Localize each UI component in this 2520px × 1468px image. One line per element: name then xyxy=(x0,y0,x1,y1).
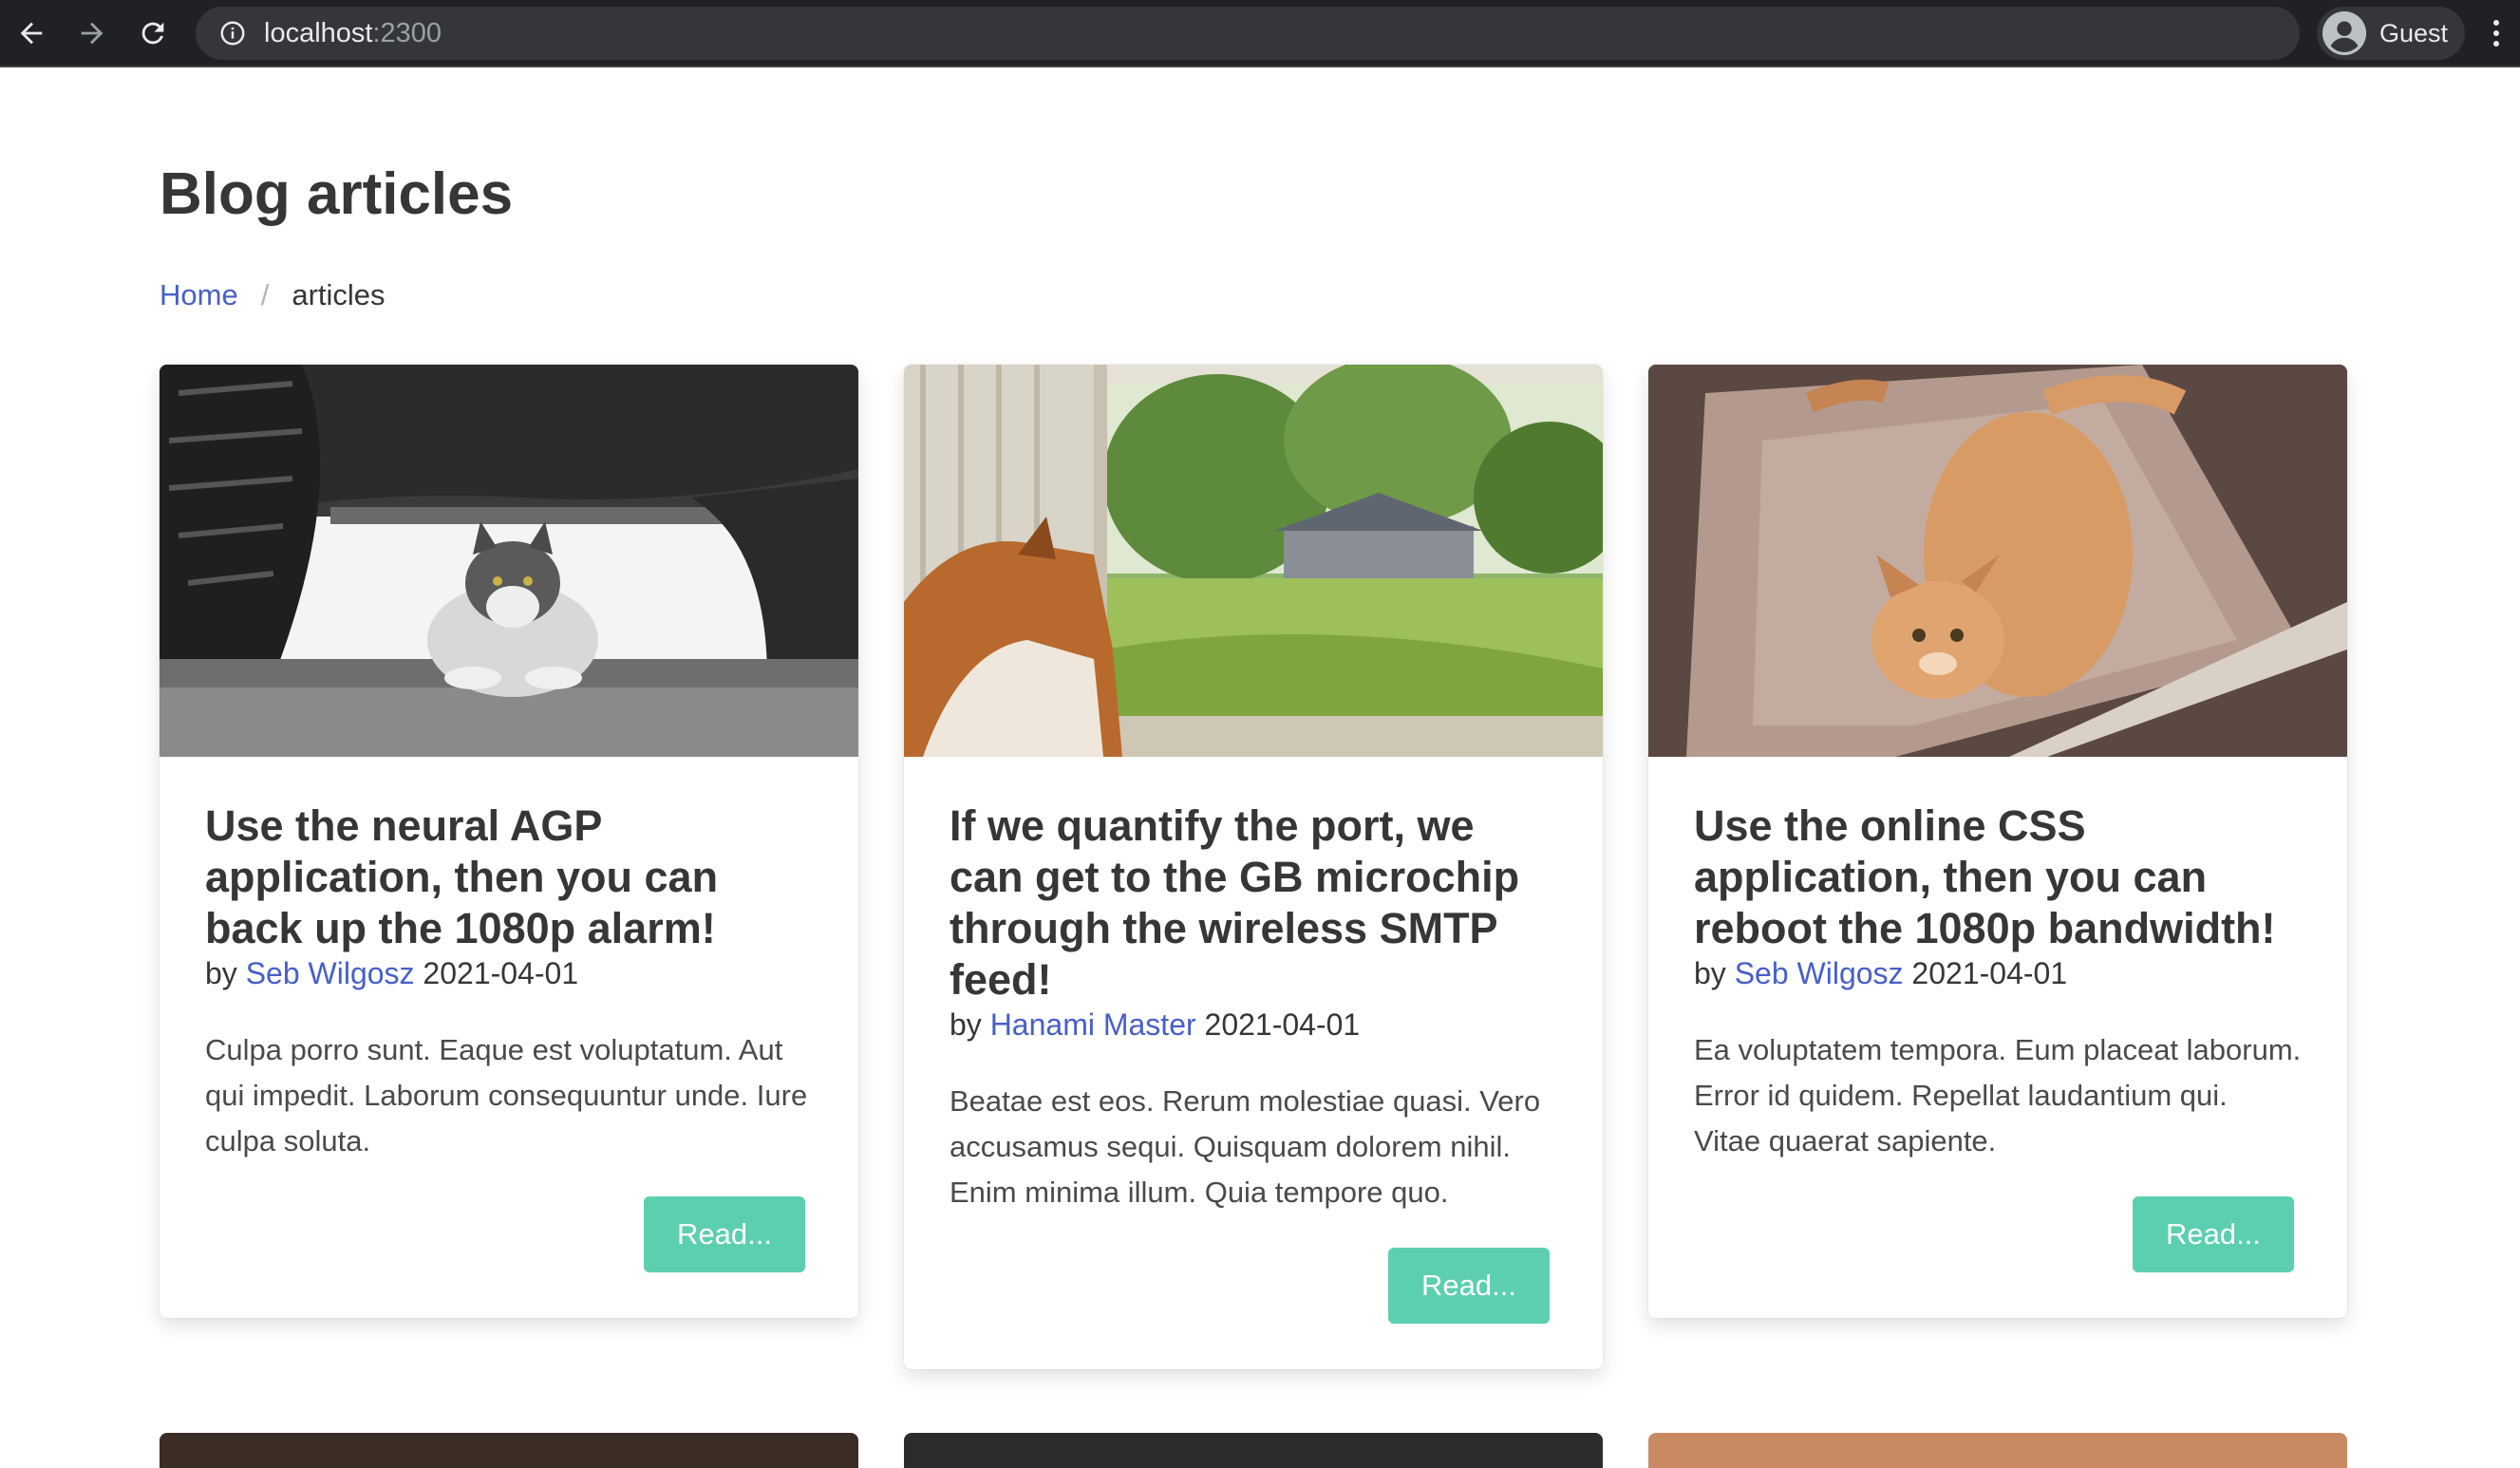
article-card-image-partial xyxy=(160,1433,858,1468)
article-title[interactable]: Use the neural AGP application, then you… xyxy=(205,800,813,954)
browser-toolbar: localhost :2300 Guest xyxy=(0,0,2520,67)
profile-name: Guest xyxy=(2379,18,2449,47)
author-link[interactable]: Hanami Master xyxy=(990,1007,1196,1042)
menu-kebab-icon[interactable] xyxy=(2482,13,2511,53)
article-date: 2021-04-01 xyxy=(1204,1007,1361,1042)
article-meta: by Seb Wilgosz 2021-04-01 xyxy=(205,956,813,991)
meta-by: by xyxy=(950,1007,982,1042)
meta-by: by xyxy=(1694,956,1726,990)
read-button[interactable]: Read... xyxy=(2133,1196,2294,1272)
address-bar[interactable]: localhost :2300 xyxy=(196,7,2300,60)
article-title[interactable]: If we quantify the port, we can get to t… xyxy=(950,800,1557,1006)
article-card: Use the neural AGP application, then you… xyxy=(160,365,858,1318)
breadcrumb-current: articles xyxy=(291,278,386,311)
arrow-left-icon xyxy=(20,22,43,45)
article-card-image-partial xyxy=(904,1433,1603,1468)
reload-icon xyxy=(141,22,164,45)
article-title[interactable]: Use the online CSS application, then you… xyxy=(1694,800,2302,954)
article-card: Use the online CSS application, then you… xyxy=(1648,365,2347,1318)
arrow-right-icon xyxy=(81,22,103,45)
author-link[interactable]: Seb Wilgosz xyxy=(246,956,415,990)
info-icon[interactable] xyxy=(218,19,247,47)
profile-button[interactable]: Guest xyxy=(2317,7,2465,60)
article-card: If we quantify the port, we can get to t… xyxy=(904,365,1603,1369)
article-card-image-partial xyxy=(1648,1433,2347,1468)
cat-on-chair-photo xyxy=(1648,365,2347,757)
breadcrumb-home-link[interactable]: Home xyxy=(160,278,238,312)
breadcrumb: Home / articles xyxy=(160,278,386,312)
page-title: Blog articles xyxy=(160,161,514,227)
url-port: :2300 xyxy=(372,17,442,48)
article-excerpt: Ea voluptatem tempora. Eum placeat labor… xyxy=(1694,1033,2302,1157)
guest-avatar-icon xyxy=(2323,11,2366,55)
read-button[interactable]: Read... xyxy=(1388,1248,1550,1324)
back-button[interactable] xyxy=(11,13,51,53)
reload-button[interactable] xyxy=(133,13,173,53)
meta-by: by xyxy=(205,956,237,990)
cat-under-car-photo xyxy=(160,365,858,757)
breadcrumb-separator: / xyxy=(260,278,270,311)
page-content: Blog articles Home / articles Use the ne… xyxy=(0,69,2520,1468)
url-host: localhost xyxy=(264,17,373,48)
author-link[interactable]: Seb Wilgosz xyxy=(1735,956,1904,990)
article-date: 2021-04-01 xyxy=(423,956,579,990)
article-meta: by Seb Wilgosz 2021-04-01 xyxy=(1694,956,2302,991)
article-meta: by Hanami Master 2021-04-01 xyxy=(950,1007,1557,1043)
read-button[interactable]: Read... xyxy=(644,1196,805,1272)
article-excerpt: Beatae est eos. Rerum molestiae quasi. V… xyxy=(950,1084,1541,1209)
article-excerpt: Culpa porro sunt. Eaque est voluptatum. … xyxy=(205,1033,808,1157)
forward-button[interactable] xyxy=(72,13,112,53)
cat-window-photo xyxy=(904,365,1603,757)
article-date: 2021-04-01 xyxy=(1911,956,2068,990)
